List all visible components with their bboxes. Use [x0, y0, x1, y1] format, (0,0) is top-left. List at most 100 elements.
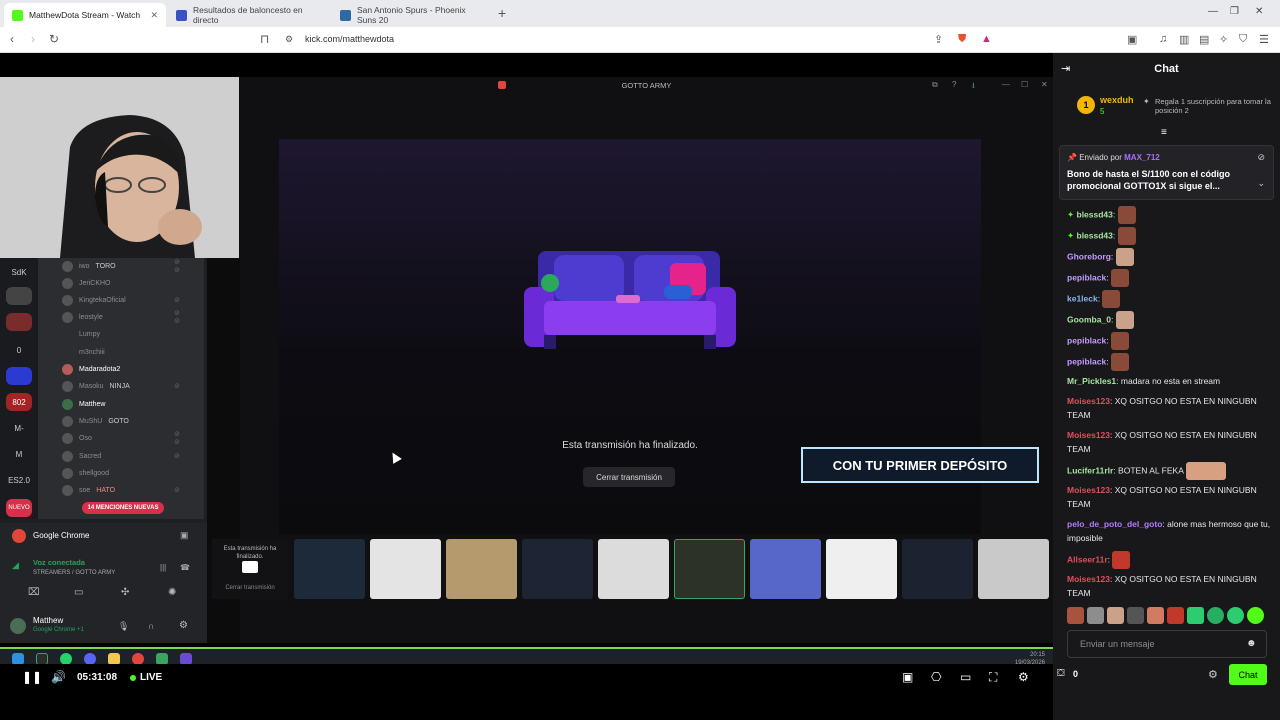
- send-chat-button[interactable]: Chat: [1229, 664, 1267, 685]
- chat-message[interactable]: Allseer11r:: [1067, 551, 1277, 569]
- chat-message[interactable]: pepiblack:: [1067, 332, 1277, 350]
- volume-icon[interactable]: 🔊: [51, 670, 66, 684]
- participant-thumb[interactable]: [978, 539, 1049, 599]
- clip-icon[interactable]: ⎔: [931, 670, 941, 684]
- participant-thumb[interactable]: [522, 539, 593, 599]
- list-item[interactable]: m3nchiii: [62, 345, 105, 359]
- sidebar-icon[interactable]: ▥: [1179, 33, 1189, 46]
- list-item[interactable]: Matthew: [62, 397, 105, 411]
- emote-icon[interactable]: [1247, 607, 1264, 624]
- chat-message[interactable]: Moises123: XQ OSITGO NO ESTA EN NINGUBN …: [1067, 428, 1277, 456]
- server-item-new[interactable]: NUEVO: [6, 499, 32, 517]
- list-item[interactable]: JeriCKHO: [62, 276, 111, 290]
- chat-message[interactable]: Moises123: XQ OSITGO NO ESTA EN NINGUBN …: [1067, 394, 1277, 422]
- music-icon[interactable]: ♫: [1159, 33, 1167, 45]
- pause-icon[interactable]: ❚❚: [22, 670, 42, 684]
- url-field[interactable]: kick.com/matthewdota: [305, 34, 394, 44]
- chat-message[interactable]: Goomba_0:: [1067, 311, 1277, 329]
- server-item[interactable]: 0: [6, 341, 32, 359]
- vpn-icon[interactable]: ⛉: [1239, 33, 1247, 46]
- chat-message[interactable]: Lucifer11rlr: BOTEN AL FEKA: [1067, 462, 1277, 480]
- mentions-pill[interactable]: 14 MENCIONES NUEVAS: [82, 502, 164, 514]
- reader-icon[interactable]: ▣: [1127, 33, 1137, 46]
- chat-message[interactable]: Moises123: XQ OSITGO NO ESTA EN NINGUBN …: [1067, 483, 1277, 511]
- voice-channel[interactable]: STREAMERS / GOTTO ARMY: [33, 570, 115, 576]
- rewards-icon[interactable]: ▲: [981, 33, 992, 45]
- server-item[interactable]: M: [6, 445, 32, 463]
- list-item[interactable]: soe HATO ⊘: [62, 483, 180, 497]
- chat-message[interactable]: pepiblack:: [1067, 269, 1277, 287]
- server-item-icon[interactable]: [6, 287, 32, 305]
- settings-icon[interactable]: ⚙: [1018, 670, 1029, 684]
- list-item[interactable]: iwo TORO ⊘ ⊘: [62, 259, 180, 274]
- emote-icon[interactable]: [1087, 607, 1104, 624]
- list-item[interactable]: MuShU GOTO: [62, 414, 129, 428]
- close-stream-button[interactable]: Cerrar transmisión: [583, 467, 675, 487]
- activities-icon[interactable]: ✣: [121, 587, 129, 598]
- browser-tab-kick[interactable]: MatthewDota Stream - Watch ✕: [4, 3, 166, 27]
- stage-maximize-icon[interactable]: ☐: [1021, 80, 1028, 89]
- noise-suppression-icon[interactable]: |||: [160, 563, 166, 572]
- list-item[interactable]: Sacred ⊘: [62, 449, 180, 463]
- participant-thumb[interactable]: [294, 539, 365, 599]
- unpin-icon[interactable]: ⊘: [1257, 152, 1265, 163]
- participant-thumb[interactable]: [902, 539, 973, 599]
- browser-tab-resultados[interactable]: Resultados de baloncesto en directo: [168, 3, 330, 27]
- menu-icon[interactable]: ☰: [1259, 33, 1269, 46]
- emote-icon[interactable]: [1107, 607, 1124, 624]
- headphones-icon[interactable]: ∩: [148, 621, 154, 631]
- list-item[interactable]: Lumpy: [62, 327, 100, 341]
- chat-input[interactable]: Enviar un mensaje: [1067, 630, 1267, 658]
- disconnect-icon[interactable]: ☎: [180, 563, 190, 572]
- wallet-icon[interactable]: ▤: [1199, 33, 1209, 46]
- emote-icon[interactable]: [1067, 607, 1084, 624]
- emoji-icon[interactable]: ☻: [1246, 638, 1257, 649]
- new-tab-icon[interactable]: +: [498, 5, 506, 21]
- server-item[interactable]: M-: [6, 419, 32, 437]
- thumb-close-button[interactable]: Cerrar transmisión: [212, 585, 288, 591]
- chat-message[interactable]: ke1leck:: [1067, 290, 1277, 308]
- browser-tab-spurs[interactable]: San Antonio Spurs - Phoenix Suns 20: [332, 3, 494, 27]
- reload-icon[interactable]: ↻: [49, 32, 59, 46]
- bookmark-icon[interactable]: ⊓: [260, 32, 269, 46]
- help-icon[interactable]: ?: [952, 80, 956, 89]
- participant-thumb-screen[interactable]: Esta transmisión ha finalizado. Cerrar t…: [212, 539, 288, 599]
- popout-icon[interactable]: ⧉: [932, 80, 938, 90]
- emote-icon[interactable]: [1147, 607, 1164, 624]
- expand-leaderboard-icon[interactable]: ≡: [1161, 127, 1167, 138]
- list-item[interactable]: shellgood: [62, 466, 109, 480]
- participant-thumb-speaking[interactable]: [674, 539, 745, 599]
- site-info-icon[interactable]: ⚙: [285, 34, 293, 45]
- emote-icon[interactable]: [1227, 607, 1244, 624]
- chat-message[interactable]: pelo_de_poto_del_goto: alone mas hermoso…: [1067, 517, 1277, 545]
- close-tab-icon[interactable]: ✕: [150, 10, 158, 21]
- list-item[interactable]: Masoku NINJA ⊘: [62, 379, 180, 393]
- camera-off-icon[interactable]: ⌧: [28, 587, 40, 598]
- avatar[interactable]: [10, 618, 26, 634]
- server-item[interactable]: ES2.0: [6, 471, 32, 489]
- chat-message[interactable]: Mr_Pickles1: madara no esta en stream: [1067, 374, 1277, 388]
- theater-mode-icon[interactable]: ▣: [902, 670, 913, 684]
- chat-message[interactable]: ✦ blessd43:: [1067, 206, 1277, 224]
- chat-message[interactable]: ✦ blessd43:: [1067, 227, 1277, 245]
- leo-icon[interactable]: ✧: [1219, 33, 1228, 46]
- chevron-down-icon[interactable]: ⌄: [1257, 178, 1265, 189]
- restore-icon[interactable]: ❐: [1230, 6, 1239, 17]
- participant-thumb[interactable]: [826, 539, 897, 599]
- miniplayer-icon[interactable]: ▭: [960, 670, 971, 684]
- chat-settings-icon[interactable]: ⚙: [1208, 668, 1218, 681]
- chat-message[interactable]: Ghoreborg:: [1067, 248, 1277, 266]
- gift-leaderboard[interactable]: 1 wexduh 5 ✦ Regala 1 suscripción para t…: [1073, 92, 1273, 126]
- screen-share-icon[interactable]: ▭: [74, 587, 83, 598]
- user-settings-icon[interactable]: ⚙: [179, 620, 188, 631]
- download-icon[interactable]: ⭳: [972, 80, 975, 94]
- stage-minimize-icon[interactable]: —: [1002, 80, 1010, 89]
- share-icon[interactable]: ⇪: [934, 33, 943, 46]
- back-icon[interactable]: ‹: [10, 32, 14, 46]
- list-item[interactable]: leostyle ⊘ ⊘: [62, 310, 180, 325]
- stage-close-icon[interactable]: ✕: [1041, 80, 1048, 89]
- server-item-icon[interactable]: [6, 367, 32, 385]
- brave-shield-icon[interactable]: ⛊: [958, 33, 966, 46]
- stream-settings-icon[interactable]: ▣: [180, 530, 189, 541]
- chat-message[interactable]: pepiblack:: [1067, 353, 1277, 371]
